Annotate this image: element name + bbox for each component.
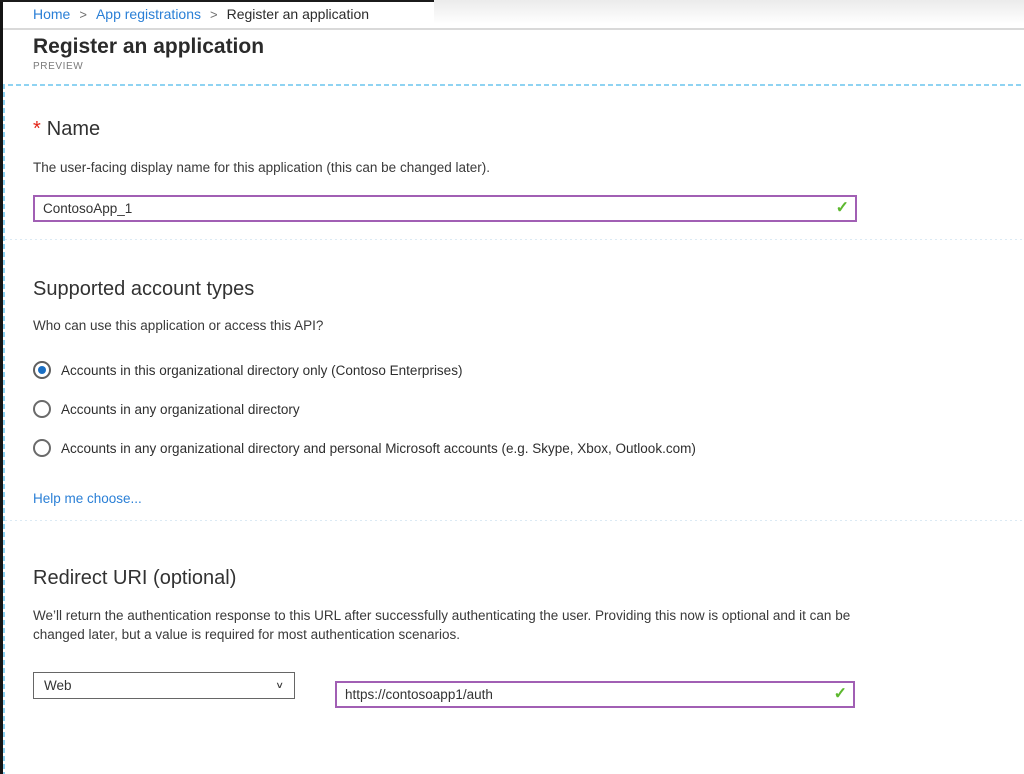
radio-button-icon	[33, 400, 51, 418]
platform-dropdown[interactable]: Web ∨	[33, 672, 295, 699]
valid-checkmark-icon: ✓	[834, 686, 847, 702]
redirect-uri-description: We’ll return the authentication response…	[33, 606, 851, 644]
radio-button-icon	[33, 361, 51, 379]
name-input[interactable]	[33, 195, 857, 222]
blade-dashed-border-left	[3, 84, 5, 774]
breadcrumb-app-registrations-link[interactable]: App registrations	[96, 6, 201, 22]
help-me-choose-link[interactable]: Help me choose...	[33, 491, 142, 506]
breadcrumb-current-page: Register an application	[227, 6, 369, 22]
breadcrumb-separator-icon: >	[210, 7, 218, 22]
radio-option-multi-tenant[interactable]: Accounts in any organizational directory	[33, 399, 1024, 419]
radio-option-label: Accounts in any organizational directory	[61, 402, 300, 417]
platform-dropdown-value: Web	[44, 678, 72, 693]
section-divider	[5, 520, 1024, 521]
page-title: Register an application	[33, 34, 264, 60]
radio-option-multi-tenant-personal[interactable]: Accounts in any organizational directory…	[33, 438, 1024, 458]
section-divider	[5, 239, 1024, 240]
redirect-uri-input-wrapper: ✓	[335, 681, 855, 708]
window-left-edge	[0, 0, 3, 774]
name-input-wrapper: ✓	[33, 195, 857, 222]
breadcrumb-separator-icon: >	[79, 7, 87, 22]
register-application-page: Home > App registrations > Register an a…	[0, 0, 1024, 774]
radio-option-label: Accounts in any organizational directory…	[61, 441, 696, 456]
redirect-uri-input[interactable]	[335, 681, 855, 708]
account-types-question: Who can use this application or access t…	[33, 317, 1024, 334]
radio-option-label: Accounts in this organizational director…	[61, 363, 462, 378]
breadcrumb: Home > App registrations > Register an a…	[3, 0, 1024, 30]
blade-content: * Name The user-facing display name for t…	[5, 86, 1024, 774]
name-description: The user-facing display name for this ap…	[33, 159, 1024, 176]
radio-option-single-tenant[interactable]: Accounts in this organizational director…	[33, 360, 1024, 380]
account-types-section-title: Supported account types	[33, 276, 1024, 302]
name-section-title-text: Name	[47, 118, 100, 140]
required-asterisk: *	[33, 118, 41, 140]
redirect-uri-section-title: Redirect URI (optional)	[33, 565, 1024, 591]
redirect-uri-row: Web ∨ ✓	[33, 662, 1024, 708]
radio-button-icon	[33, 439, 51, 457]
blade-header: Register an application PREVIEW	[33, 34, 264, 72]
account-types-radio-group: Accounts in this organizational director…	[33, 360, 1024, 458]
preview-badge: PREVIEW	[33, 61, 264, 72]
breadcrumb-home-link[interactable]: Home	[33, 6, 70, 22]
window-top-edge	[0, 0, 434, 2]
blade-dashed-border-top	[0, 84, 1024, 86]
name-section-title: * Name	[33, 116, 1024, 142]
valid-checkmark-icon: ✓	[836, 200, 849, 216]
chevron-down-icon: ∨	[275, 680, 284, 691]
